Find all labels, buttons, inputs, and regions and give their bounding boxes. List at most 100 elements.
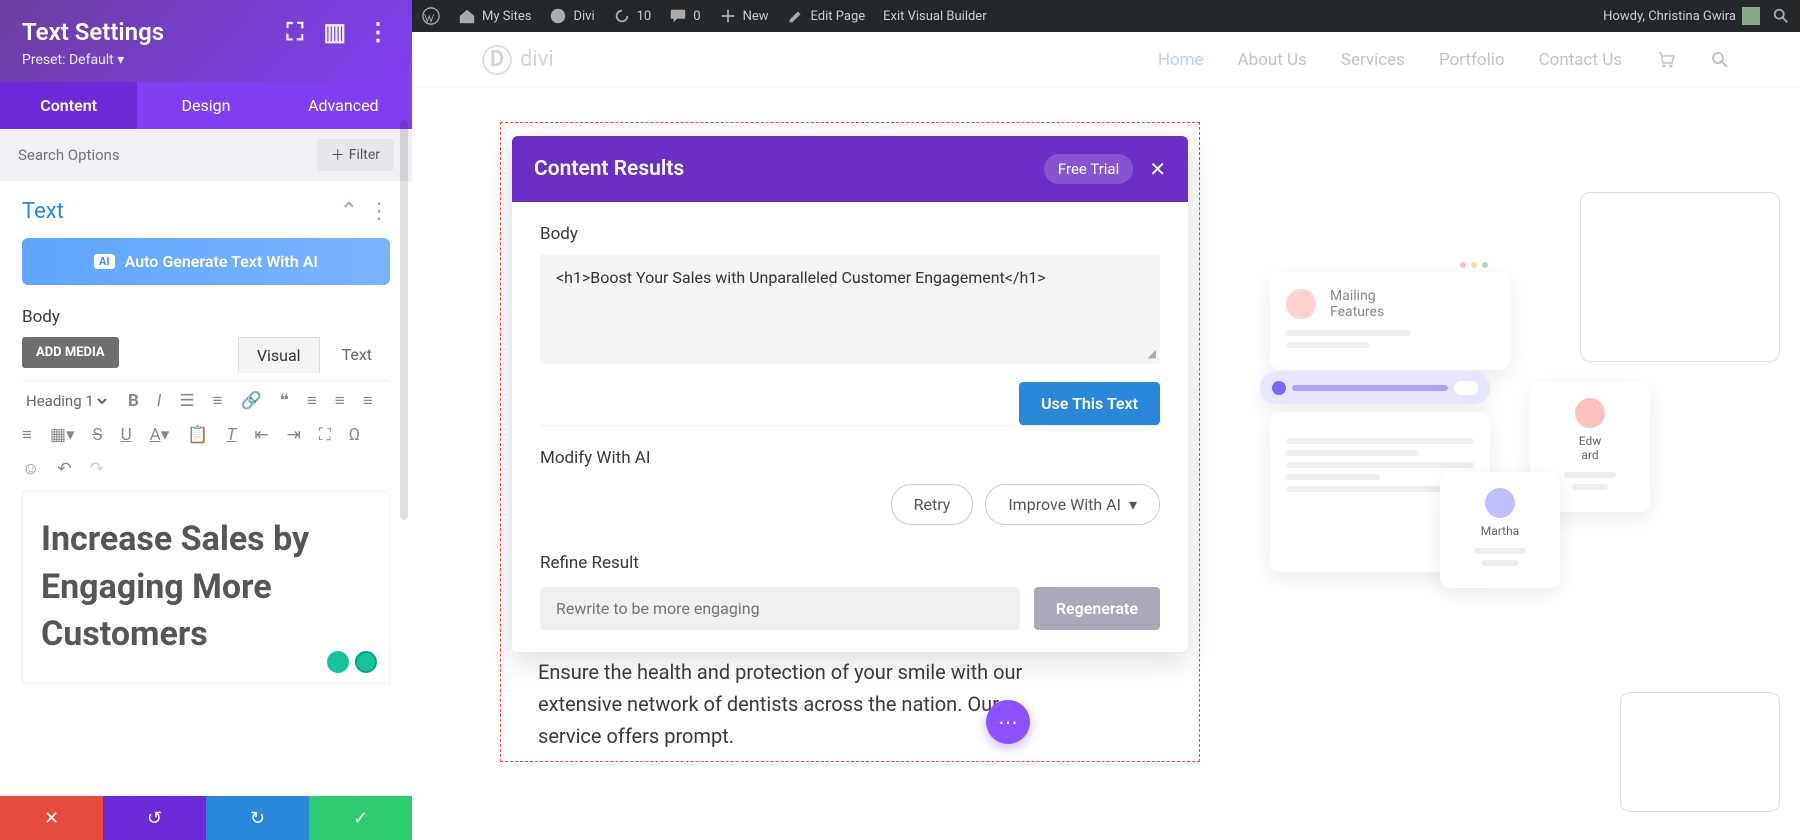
editor-tab-text[interactable]: Text [324, 337, 390, 373]
table-icon[interactable]: ▦▾ [50, 425, 75, 445]
admin-search-icon[interactable] [1772, 7, 1790, 25]
refine-input[interactable] [540, 587, 1020, 630]
emoji-icon[interactable]: ☺ [22, 459, 39, 479]
chevron-down-icon: ▾ [1129, 495, 1137, 514]
fullscreen-icon[interactable]: ⛶ [319, 425, 331, 445]
use-this-text-button[interactable]: Use This Text [1019, 382, 1160, 425]
settings-sidebar: Text Settings ⛶ ▥ ⋮ Preset: Default ▾ Co… [0, 0, 412, 840]
grammarly-icon[interactable] [355, 651, 377, 673]
settings-fab[interactable]: ⋯ [986, 700, 1030, 744]
save-button[interactable]: ✓ [309, 796, 412, 840]
add-media-button[interactable]: ADD MEDIA [22, 337, 119, 368]
ul-icon[interactable]: ☰ [179, 391, 194, 411]
tab-design[interactable]: Design [137, 82, 274, 129]
wp-admin-bar: My Sites Divi 10 0 New Edit Page Exit Vi… [412, 0, 1800, 32]
underline-icon[interactable]: U [121, 425, 132, 445]
strike-icon[interactable]: S [93, 425, 103, 445]
search-input[interactable] [18, 146, 317, 164]
tb-undo-icon[interactable]: ↶ [57, 459, 71, 479]
nav-about[interactable]: About Us [1238, 50, 1307, 70]
resize-handle-icon[interactable]: ◢ [1148, 347, 1156, 360]
page-body-text: Ensure the health and protection of your… [538, 656, 1038, 752]
align-center-icon[interactable]: ≡ [335, 391, 345, 411]
improve-with-ai-button[interactable]: Improve With AI▾ [985, 484, 1160, 525]
clear-format-icon[interactable]: T [226, 425, 236, 445]
scrollbar[interactable] [400, 120, 408, 520]
columns-icon[interactable]: ▥ [323, 18, 346, 46]
expand-icon[interactable]: ⛶ [287, 18, 304, 46]
text-color-icon[interactable]: A▾ [150, 425, 170, 445]
comments-link[interactable]: 0 [669, 7, 700, 25]
align-left-icon[interactable]: ≡ [307, 391, 317, 411]
updates-link[interactable]: 10 [613, 7, 652, 25]
more-icon[interactable]: ⋮ [366, 18, 390, 46]
search-row: ＋Filter [0, 129, 412, 181]
nav-portfolio[interactable]: Portfolio [1439, 50, 1505, 70]
page-preview: Ddivi Home About Us Services Portfolio C… [412, 32, 1800, 840]
editor-toolbar: Heading 1 B I ☰ ≡ 🔗 ❝ ≡ ≡ ≡ ≡ ▦▾ S U A▾ … [22, 380, 390, 479]
tab-advanced[interactable]: Advanced [275, 82, 412, 129]
exit-vb-link[interactable]: Exit Visual Builder [883, 9, 986, 24]
align-right-icon[interactable]: ≡ [363, 391, 373, 411]
section-text[interactable]: Text ⌃⋮ [22, 199, 390, 224]
wp-logo[interactable] [422, 7, 440, 25]
nav-contact[interactable]: Contact Us [1539, 50, 1622, 70]
result-textarea[interactable]: <h1>Boost Your Sales with Unparalleled C… [540, 254, 1160, 364]
regenerate-button[interactable]: Regenerate [1034, 587, 1160, 630]
undo-button[interactable]: ↺ [103, 796, 206, 840]
search-icon[interactable] [1710, 50, 1730, 70]
body-label: Body [22, 307, 390, 327]
chevron-up-icon[interactable]: ⌃ [340, 199, 358, 224]
sidebar-title: Text Settings [22, 18, 164, 46]
sidebar-body: Text ⌃ ⋮ AI Auto Generate Text With AI Bo… [0, 181, 412, 796]
content-results-modal: Content Results Free Trial ✕ Body <h1>Bo… [512, 136, 1188, 652]
grammarly-suggest-icon[interactable] [327, 651, 349, 673]
cancel-button[interactable]: ✕ [0, 796, 103, 840]
modal-body: Body <h1>Boost Your Sales with Unparalle… [512, 202, 1188, 652]
heading-dropdown[interactable]: Heading 1 [22, 391, 110, 411]
tab-content[interactable]: Content [0, 82, 137, 129]
omega-icon[interactable]: Ω [349, 425, 360, 445]
editor-tab-visual[interactable]: Visual [238, 337, 320, 373]
paste-icon[interactable]: 📋 [187, 425, 208, 445]
site-nav: Home About Us Services Portfolio Contact… [1158, 50, 1730, 70]
howdy-link[interactable]: Howdy, Christina Gwira [1603, 7, 1760, 25]
italic-icon[interactable]: I [157, 391, 161, 411]
retry-button[interactable]: Retry [891, 484, 974, 525]
edit-page-link[interactable]: Edit Page [787, 7, 866, 25]
outdent-icon[interactable]: ⇤ [254, 425, 268, 445]
align-justify-icon[interactable]: ≡ [22, 425, 32, 445]
modal-header: Content Results Free Trial ✕ [512, 136, 1188, 202]
nav-home[interactable]: Home [1158, 50, 1204, 70]
filter-button[interactable]: ＋Filter [317, 139, 394, 171]
my-sites-link[interactable]: My Sites [458, 7, 531, 25]
new-link[interactable]: New [719, 7, 769, 25]
section-more-icon[interactable]: ⋮ [368, 199, 390, 224]
bold-icon[interactable]: B [128, 391, 139, 411]
editor-content[interactable]: Increase Sales by Engaging More Customer… [22, 491, 390, 684]
link-icon[interactable]: 🔗 [241, 391, 262, 411]
hero-illustration: MailingFeatures Edw ard Martha [1260, 152, 1780, 772]
quote-icon[interactable]: ❝ [280, 391, 289, 411]
sidebar-footer: ✕ ↺ ↻ ✓ [0, 796, 412, 840]
refine-label: Refine Result [540, 553, 1160, 573]
close-icon[interactable]: ✕ [1149, 157, 1166, 181]
modal-body-label: Body [540, 224, 1160, 244]
ol-icon[interactable]: ≡ [213, 391, 223, 411]
tb-redo-icon[interactable]: ↷ [90, 459, 104, 479]
auto-generate-button[interactable]: AI Auto Generate Text With AI [22, 238, 390, 285]
sidebar-header: Text Settings ⛶ ▥ ⋮ Preset: Default ▾ [0, 0, 412, 82]
avatar [1742, 7, 1760, 25]
divi-link[interactable]: Divi [549, 7, 594, 25]
modal-title: Content Results [534, 157, 684, 181]
preset-dropdown[interactable]: Preset: Default ▾ [22, 52, 390, 68]
sidebar-tabs: Content Design Advanced [0, 82, 412, 129]
redo-button[interactable]: ↻ [206, 796, 309, 840]
site-header: Ddivi Home About Us Services Portfolio C… [412, 32, 1800, 88]
indent-icon[interactable]: ⇥ [287, 425, 301, 445]
cart-icon[interactable] [1656, 50, 1676, 70]
nav-services[interactable]: Services [1341, 50, 1405, 70]
modify-label: Modify With AI [540, 448, 1160, 468]
free-trial-button[interactable]: Free Trial [1044, 154, 1133, 184]
ai-badge-icon: AI [94, 254, 115, 269]
